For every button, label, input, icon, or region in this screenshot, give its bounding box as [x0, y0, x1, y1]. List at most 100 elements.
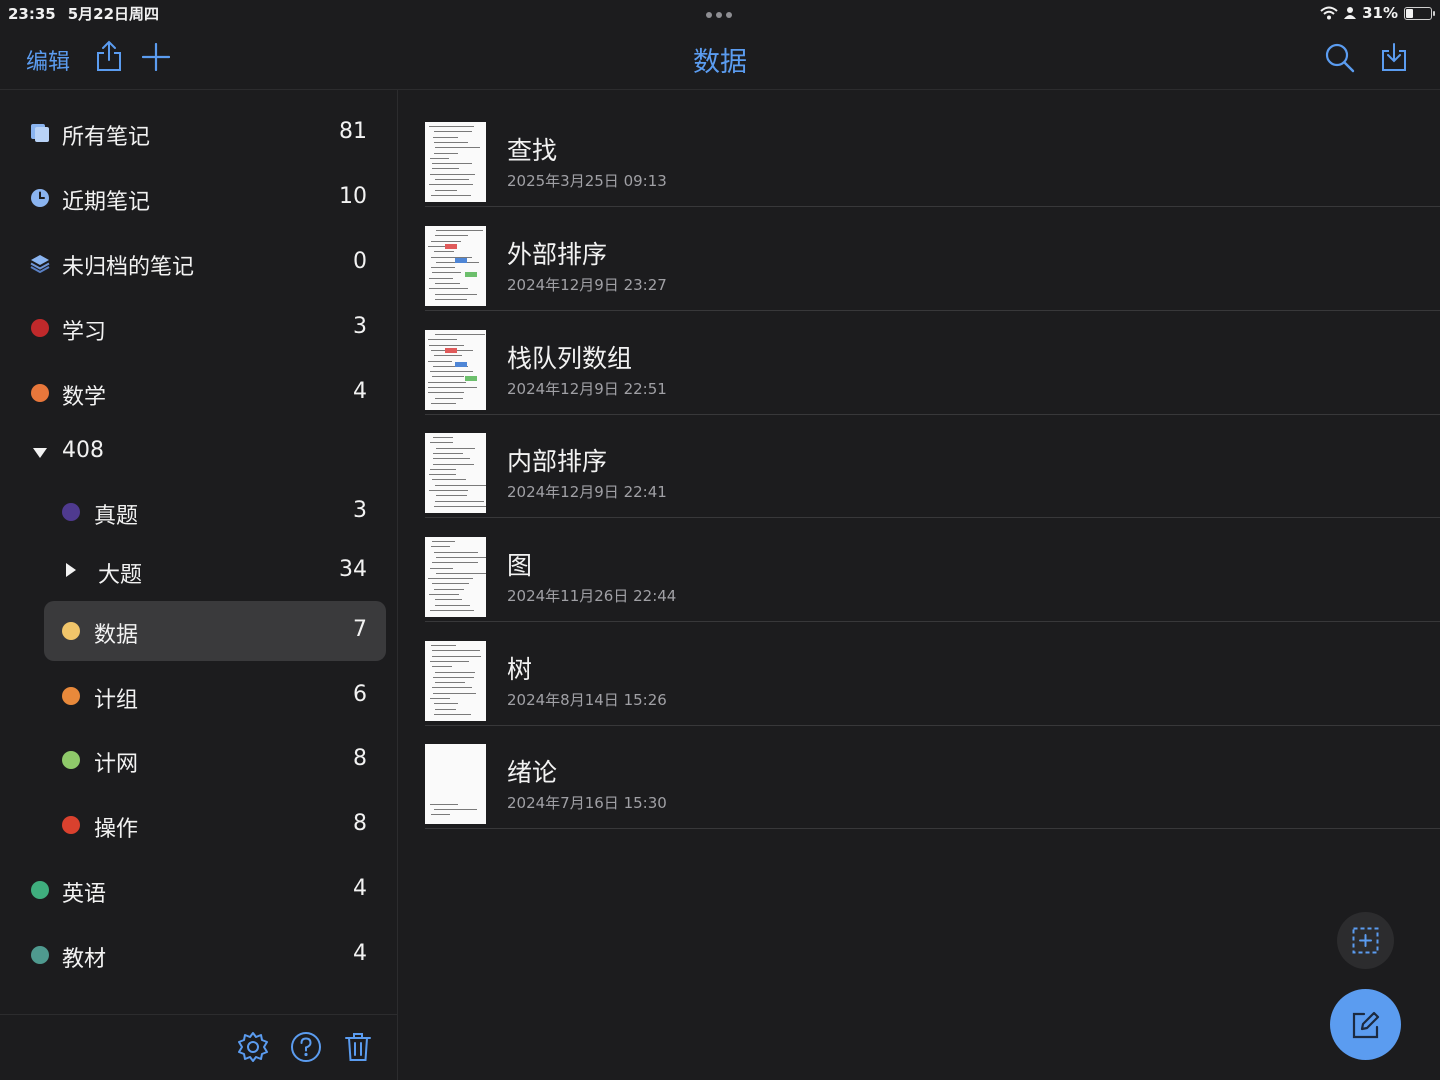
sidebar-item-label: 教材 — [62, 947, 107, 972]
import-icon[interactable] — [1380, 41, 1408, 73]
sidebar-item-label: 所有笔记 — [62, 125, 151, 150]
page-title: 数据 — [693, 47, 747, 78]
sidebar-item-count: 34 — [339, 557, 367, 582]
note-row[interactable]: 内部排序 2024年12月9日 22:41 — [399, 414, 1440, 518]
note-title: 栈队列数组 — [507, 344, 633, 373]
note-row[interactable]: 查找 2025年3月25日 09:13 — [399, 103, 1440, 207]
sidebar-item-study[interactable]: 学习 3 — [0, 298, 398, 358]
note-thumbnail — [425, 641, 486, 721]
note-row[interactable]: 图 2024年11月26日 22:44 — [399, 518, 1440, 622]
color-dot — [62, 622, 80, 640]
status-bar: 23:35 5月22日周四 31% — [0, 0, 1440, 28]
trash-icon[interactable] — [344, 1031, 372, 1063]
chevron-down-icon[interactable] — [33, 448, 47, 458]
clock-icon — [31, 189, 49, 207]
sidebar-item-count: 8 — [353, 746, 367, 771]
note-date: 2024年12月9日 22:51 — [507, 380, 667, 398]
sidebar-item-count: 7 — [353, 617, 367, 642]
search-icon[interactable] — [1324, 42, 1356, 74]
sidebar-item-unfiled-notes[interactable]: 未归档的笔记 0 — [0, 233, 398, 293]
note-date: 2024年7月16日 15:30 — [507, 794, 667, 812]
chevron-right-icon[interactable] — [66, 563, 76, 577]
note-title: 查找 — [507, 136, 558, 165]
new-note-button[interactable] — [1330, 989, 1401, 1060]
sidebar-item-count: 10 — [339, 184, 367, 209]
sidebar-item-label: 计组 — [94, 688, 139, 713]
note-row[interactable]: 栈队列数组 2024年12月9日 22:51 — [399, 311, 1440, 415]
note-thumbnail — [425, 330, 486, 410]
note-row[interactable]: 树 2024年8月14日 15:26 — [399, 622, 1440, 726]
sidebar-item-label: 近期笔记 — [62, 190, 151, 215]
note-date: 2024年8月14日 15:26 — [507, 691, 667, 709]
note-title: 绪论 — [507, 758, 558, 787]
color-dot — [31, 384, 49, 402]
sidebar-item-label: 数据 — [94, 623, 139, 648]
note-thumbnail — [425, 433, 486, 513]
status-left: 23:35 5月22日周四 — [8, 3, 171, 24]
sidebar-item-label: 数学 — [62, 385, 107, 410]
sidebar-item-count: 3 — [353, 314, 367, 339]
sidebar-item-label: 学习 — [62, 320, 107, 345]
layers-icon — [30, 255, 50, 273]
sidebar: 所有笔记 81 近期笔记 10 未归档的笔记 0 学习 3 数学 4 408 真… — [0, 90, 398, 1080]
note-thumbnail — [425, 122, 486, 202]
color-dot — [31, 881, 49, 899]
person-icon — [1344, 7, 1357, 19]
compose-icon — [1352, 1011, 1380, 1039]
sidebar-item-408[interactable]: 408 — [0, 422, 398, 482]
note-title: 外部排序 — [507, 240, 608, 269]
multitasking-dots[interactable] — [706, 12, 732, 18]
sidebar-item-count: 4 — [353, 876, 367, 901]
note-date: 2024年12月9日 23:27 — [507, 276, 667, 294]
status-right: 31% — [1320, 4, 1435, 22]
sidebar-item-label: 大题 — [98, 563, 143, 588]
note-row[interactable]: 外部排序 2024年12月9日 23:27 — [399, 207, 1440, 311]
wifi-icon — [1320, 6, 1338, 20]
sidebar-item-label: 计网 — [94, 752, 139, 777]
note-row[interactable]: 绪论 2024年7月16日 15:30 — [399, 725, 1440, 829]
help-icon[interactable] — [290, 1031, 322, 1063]
status-time: 23:35 — [8, 5, 56, 23]
sidebar-item-all-notes[interactable]: 所有笔记 81 — [0, 103, 398, 163]
sidebar-item-english[interactable]: 英语 4 — [0, 860, 398, 920]
sidebar-item-count: 8 — [353, 811, 367, 836]
note-title: 图 — [507, 551, 533, 580]
color-dot — [31, 319, 49, 337]
sidebar-item-textbooks[interactable]: 教材 4 — [0, 925, 398, 985]
note-date: 2024年12月9日 22:41 — [507, 483, 667, 501]
sidebar-item-big-questions[interactable]: 大题 34 — [0, 541, 398, 601]
notes-stack-icon — [31, 124, 49, 142]
color-dot — [62, 687, 80, 705]
sidebar-item-recent-notes[interactable]: 近期笔记 10 — [0, 168, 398, 228]
color-dot — [62, 503, 80, 521]
scan-add-icon — [1352, 927, 1379, 954]
note-thumbnail — [425, 537, 486, 617]
sidebar-item-label: 操作 — [94, 817, 139, 842]
sidebar-item-count: 3 — [353, 498, 367, 523]
note-thumbnail — [425, 744, 486, 824]
sidebar-item-math[interactable]: 数学 4 — [0, 363, 398, 423]
color-dot — [62, 816, 80, 834]
note-title: 内部排序 — [507, 447, 608, 476]
status-date: 5月22日周四 — [67, 5, 160, 23]
sidebar-item-label: 408 — [62, 438, 104, 463]
gear-icon[interactable] — [237, 1031, 269, 1063]
edit-button[interactable]: 编辑 — [26, 44, 70, 76]
sidebar-item-operating-system[interactable]: 操作 8 — [0, 795, 398, 855]
sidebar-item-label: 英语 — [62, 882, 107, 907]
scan-button[interactable] — [1337, 912, 1394, 969]
sidebar-item-count: 0 — [353, 249, 367, 274]
battery-percent: 31% — [1362, 4, 1398, 22]
sidebar-item-computer-organization[interactable]: 计组 6 — [0, 666, 398, 726]
sidebar-item-data-structures[interactable]: 数据 7 — [0, 601, 398, 661]
nav-bar: 编辑 数据 — [0, 28, 1440, 90]
sidebar-item-past-exams[interactable]: 真题 3 — [0, 482, 398, 542]
battery-level — [1406, 8, 1413, 18]
sidebar-item-computer-network[interactable]: 计网 8 — [0, 730, 398, 790]
sidebar-item-label: 真题 — [94, 504, 139, 529]
share-icon[interactable] — [95, 40, 123, 72]
divider — [425, 828, 1440, 829]
add-icon[interactable] — [142, 43, 170, 71]
note-title: 树 — [507, 655, 533, 684]
sidebar-item-count: 6 — [353, 682, 367, 707]
